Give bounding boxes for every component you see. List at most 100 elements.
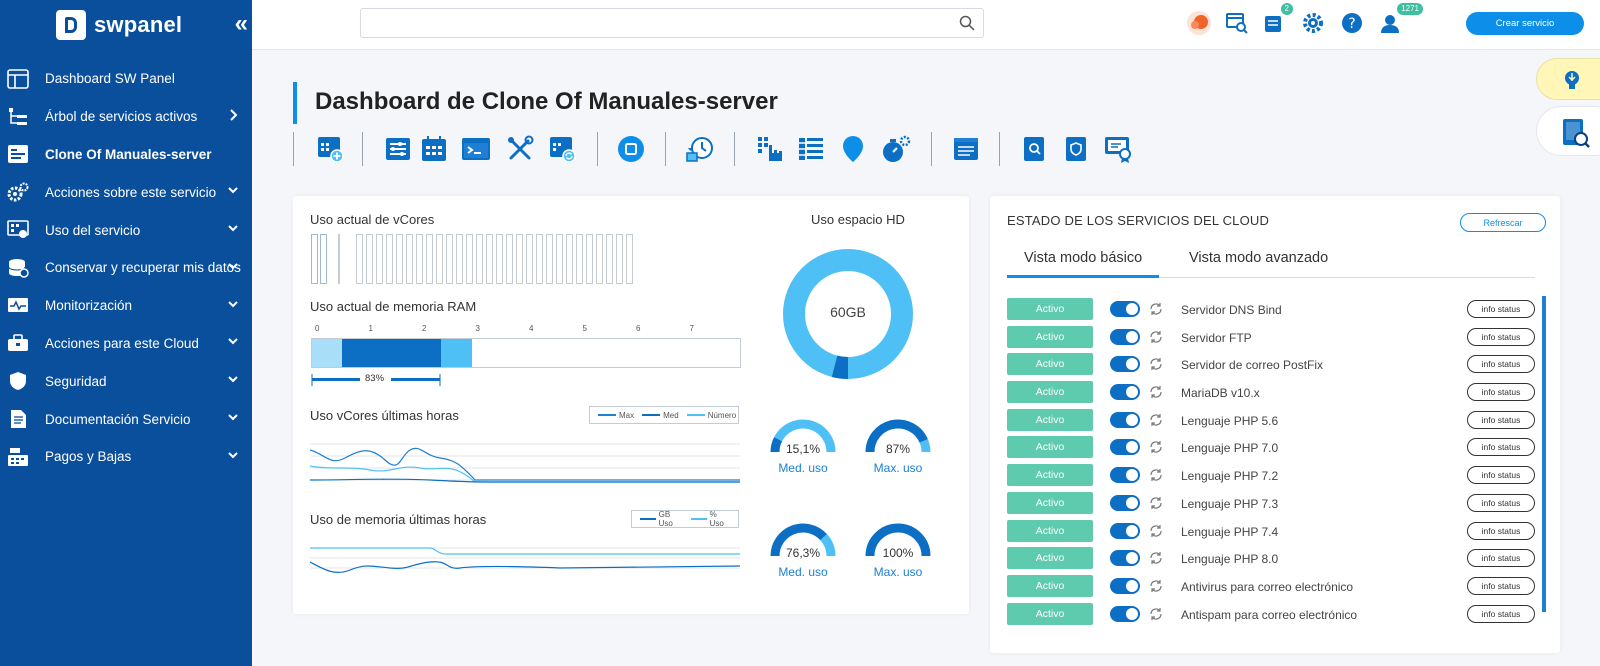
- sidebar-item-label: Árbol de servicios activos: [45, 109, 198, 125]
- avatar-icon[interactable]: [1186, 10, 1212, 36]
- chevron-down-icon[interactable]: [228, 186, 238, 198]
- service-toggle[interactable]: [1110, 577, 1140, 594]
- sync-icon[interactable]: [1148, 523, 1164, 539]
- search-icon[interactable]: [959, 15, 975, 31]
- create-service-button[interactable]: Crear servicio: [1466, 12, 1584, 35]
- sync-icon[interactable]: [1148, 301, 1164, 317]
- vcore-bar: [376, 234, 383, 284]
- history-icon[interactable]: [685, 134, 715, 164]
- services-scrollbar[interactable]: [1542, 296, 1546, 612]
- timer-settings-icon[interactable]: [881, 134, 911, 164]
- sync-icon[interactable]: [1148, 606, 1164, 622]
- sync-icon[interactable]: [1148, 439, 1164, 455]
- service-toggle[interactable]: [1110, 494, 1140, 511]
- sidebar-item-gears[interactable]: Acciones sobre este servicio: [0, 173, 252, 211]
- services-title: ESTADO DE LOS SERVICIOS DEL CLOUD: [1007, 213, 1270, 228]
- refresh-button[interactable]: Refrescar: [1460, 213, 1546, 232]
- sync-icon[interactable]: [1148, 550, 1164, 566]
- sidebar-item-document[interactable]: Documentación Servicio: [0, 400, 252, 438]
- browser-search-icon[interactable]: [1224, 10, 1250, 36]
- user-support-icon[interactable]: 1271: [1377, 3, 1423, 36]
- service-toggle[interactable]: [1110, 467, 1140, 484]
- sync-icon[interactable]: [1148, 412, 1164, 428]
- manual-search-button[interactable]: [1536, 106, 1600, 156]
- sidebar-item-monitor[interactable]: Monitorización: [0, 287, 252, 325]
- tab-basic-view[interactable]: Vista modo básico: [1007, 244, 1160, 278]
- sidebar-item-server[interactable]: Clone Of Manuales-server: [0, 136, 252, 174]
- tab-advanced-view[interactable]: Vista modo avanzado: [1172, 244, 1345, 278]
- messages-icon[interactable]: 2: [1261, 3, 1293, 36]
- terminal-icon[interactable]: [461, 134, 491, 164]
- settings-list-icon[interactable]: [383, 134, 413, 164]
- service-toggle[interactable]: [1110, 522, 1140, 539]
- sync-icon[interactable]: [1148, 329, 1164, 345]
- info-status-button[interactable]: info status: [1467, 410, 1535, 429]
- sync-icon[interactable]: [1148, 467, 1164, 483]
- chevron-down-icon[interactable]: [228, 375, 238, 387]
- sync-icon[interactable]: [1148, 495, 1164, 511]
- info-status-button[interactable]: info status: [1467, 300, 1535, 318]
- sidebar-item-tree[interactable]: Árbol de servicios activos: [0, 98, 252, 136]
- sync-icon[interactable]: [1148, 578, 1164, 594]
- usage-gauge: 15,1% Med. uso: [769, 418, 837, 475]
- memory-hours-title: Uso de memoria últimas horas: [310, 512, 487, 527]
- server-refresh-icon[interactable]: [547, 134, 577, 164]
- manual-search-icon[interactable]: [1019, 134, 1049, 164]
- service-toggle[interactable]: [1110, 356, 1140, 373]
- sync-icon[interactable]: [1148, 384, 1164, 400]
- service-toggle[interactable]: [1110, 550, 1140, 567]
- sidebar-item-dashboard[interactable]: Dashboard SW Panel: [0, 60, 252, 98]
- tools-icon[interactable]: [505, 134, 535, 164]
- vcore-bar: [546, 234, 553, 284]
- sidebar-item-cash-register[interactable]: Pagos y Bajas: [0, 438, 252, 476]
- search-input[interactable]: [360, 8, 984, 38]
- tree-icon: [7, 107, 29, 127]
- info-status-button[interactable]: info status: [1467, 576, 1535, 595]
- logo[interactable]: swpanel «: [0, 0, 252, 50]
- help-icon[interactable]: ?: [1339, 10, 1365, 36]
- service-toggle[interactable]: [1110, 301, 1140, 317]
- sync-icon[interactable]: [1148, 356, 1164, 372]
- location-pin-icon[interactable]: [838, 134, 868, 164]
- info-status-button[interactable]: info status: [1467, 383, 1535, 402]
- info-status-button[interactable]: info status: [1467, 493, 1535, 512]
- chevron-down-icon[interactable]: [228, 262, 238, 274]
- info-status-button[interactable]: info status: [1467, 438, 1535, 457]
- certificate-icon[interactable]: [1103, 134, 1133, 164]
- info-status-button[interactable]: info status: [1467, 466, 1535, 485]
- info-status-button[interactable]: info status: [1467, 521, 1535, 540]
- cash-register-icon: [7, 447, 29, 467]
- chevron-right-icon[interactable]: [230, 109, 238, 124]
- chevron-down-icon[interactable]: [228, 224, 238, 236]
- chevron-down-icon[interactable]: [228, 413, 238, 425]
- info-status-button[interactable]: info status: [1467, 549, 1535, 568]
- info-status-button[interactable]: info status: [1467, 327, 1535, 346]
- collapse-sidebar-icon[interactable]: «: [235, 10, 249, 38]
- service-toggle[interactable]: [1110, 384, 1140, 401]
- service-row: Activo Servidor DNS Bind info status: [1007, 296, 1535, 324]
- server-icon: [7, 144, 29, 164]
- sidebar-item-database[interactable]: Conservar y recuperar mis datos: [0, 249, 252, 287]
- chevron-down-icon[interactable]: [228, 337, 238, 349]
- add-server-icon[interactable]: [315, 134, 345, 164]
- security-book-icon[interactable]: [1061, 134, 1091, 164]
- service-toggle[interactable]: [1110, 605, 1140, 622]
- list-grid-icon[interactable]: [796, 134, 826, 164]
- sidebar-item-shield[interactable]: Seguridad: [0, 362, 252, 400]
- info-status-button[interactable]: info status: [1467, 355, 1535, 374]
- touch-grid-icon[interactable]: [755, 134, 785, 164]
- settings-gear-icon[interactable]: [1300, 10, 1326, 36]
- sidebar-item-usage[interactable]: Uso del servicio: [0, 211, 252, 249]
- chevron-down-icon[interactable]: [228, 300, 238, 312]
- info-status-button[interactable]: info status: [1467, 604, 1535, 623]
- service-toggle[interactable]: [1110, 411, 1140, 428]
- tips-button[interactable]: [1536, 58, 1600, 100]
- service-toggle[interactable]: [1110, 328, 1140, 345]
- sidebar-item-toolbox[interactable]: Acciones para este Cloud: [0, 325, 252, 363]
- chevron-down-icon[interactable]: [228, 451, 238, 463]
- stop-icon[interactable]: [616, 134, 646, 164]
- service-toggle[interactable]: [1110, 439, 1140, 456]
- document-window-icon[interactable]: [951, 134, 981, 164]
- vcores-title: Uso actual de vCores: [310, 212, 435, 227]
- calendar-icon[interactable]: [419, 134, 449, 164]
